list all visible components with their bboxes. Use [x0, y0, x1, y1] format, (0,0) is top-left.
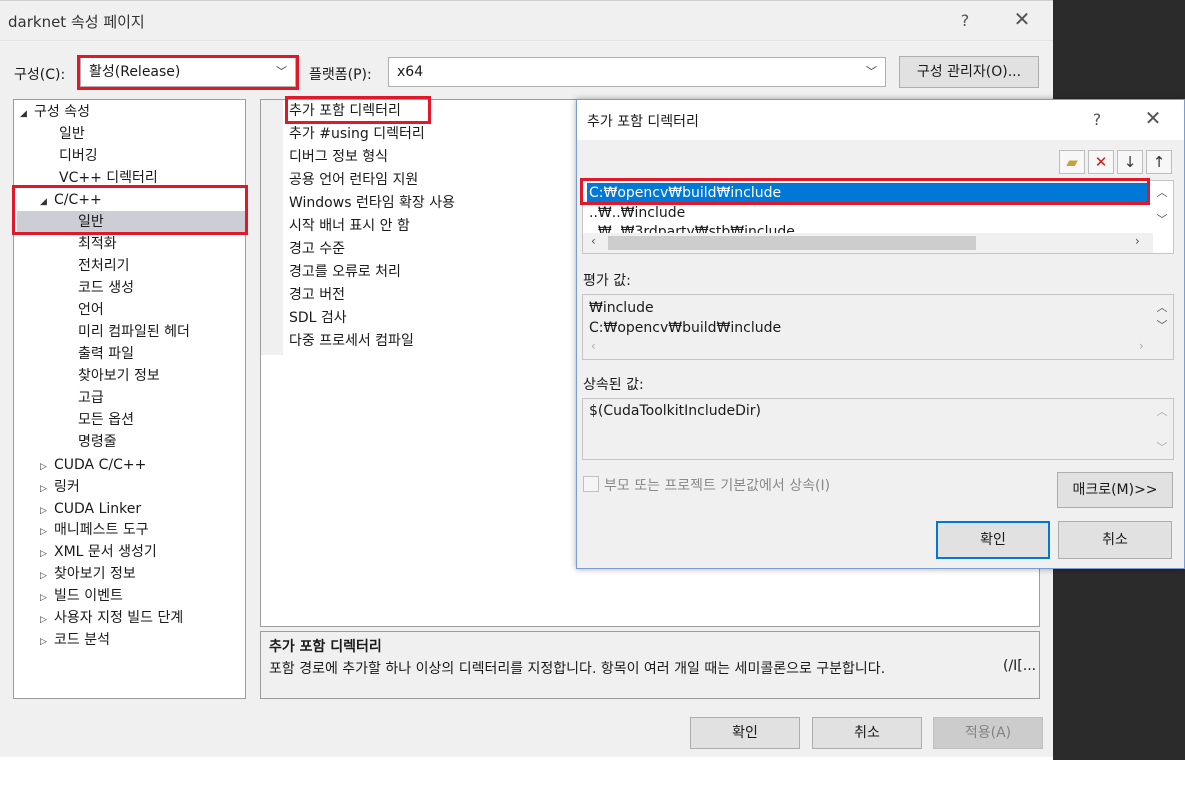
tree-item-browse-information[interactable]: ▷ 찾아보기 정보	[40, 563, 136, 585]
tree-item-linker[interactable]: ▷ 링커	[40, 476, 80, 498]
tree-item-all-options[interactable]: 모든 옵션	[78, 409, 134, 431]
prop-row-warning-version[interactable]: 경고 버전	[289, 284, 345, 307]
ok-button[interactable]: 확인	[690, 717, 800, 749]
tree-item-cuda-cpp[interactable]: ▷ CUDA C/C++	[40, 454, 146, 476]
config-manager-button[interactable]: 구성 관리자(O)...	[899, 56, 1039, 88]
expand-arrow-icon[interactable]: ◢	[20, 103, 34, 125]
tree-item-command-line[interactable]: 명령줄	[78, 431, 117, 453]
highlight-box-config	[77, 55, 299, 90]
highlight-box-c-cpp	[12, 185, 248, 235]
tree-item-code-analysis[interactable]: ▷ 코드 분석	[40, 629, 110, 651]
move-up-icon[interactable]: ↑	[1146, 150, 1172, 174]
expand-arrow-icon[interactable]: ▷	[40, 478, 54, 500]
description-panel: 추가 포함 디렉터리 포함 경로에 추가할 하나 이상의 디렉터리를 지정합니다…	[260, 631, 1040, 699]
tree-item-custom-build-step[interactable]: ▷ 사용자 지정 빌드 단계	[40, 607, 183, 629]
description-title: 추가 포함 디렉터리	[269, 639, 382, 655]
scroll-right-icon[interactable]: ›	[1135, 234, 1140, 248]
apply-button[interactable]: 적용(A)	[933, 717, 1043, 749]
tree-item-cuda-linker[interactable]: ▷ CUDA Linker	[40, 498, 141, 520]
move-down-icon[interactable]: ↓	[1117, 150, 1143, 174]
tree-item-manifest-tool[interactable]: ▷ 매니페스트 도구	[40, 519, 149, 541]
horizontal-scrollbar[interactable]: ‹ ›	[583, 233, 1153, 253]
tree-item-build-events[interactable]: ▷ 빌드 이벤트	[40, 585, 123, 607]
scroll-right-icon[interactable]: ›	[1139, 339, 1144, 353]
tree-item-config-properties[interactable]: ◢ 구성 속성	[20, 101, 90, 123]
inherit-checkbox-label: 부모 또는 프로젝트 기본값에서 상속(I)	[604, 478, 831, 494]
config-label: 구성(C):	[14, 67, 66, 83]
evaluated-line: ₩include	[589, 300, 654, 316]
close-button[interactable]: ✕	[1010, 9, 1034, 33]
tree-item-language[interactable]: 언어	[78, 299, 104, 321]
dialog-close-button[interactable]: ✕	[1141, 108, 1165, 132]
inherited-label: 상속된 값:	[583, 377, 644, 393]
tree-item-general[interactable]: 일반	[59, 123, 85, 145]
description-text: 포함 경로에 추가할 하나 이상의 디렉터리를 지정합니다. 항목이 여러 개일…	[269, 661, 886, 677]
dialog-help-button[interactable]: ?	[1087, 110, 1107, 130]
scroll-down-icon[interactable]: ﹀	[1151, 211, 1173, 227]
macro-button[interactable]: 매크로(M)>>	[1057, 472, 1173, 508]
dialog-title: 추가 포함 디렉터리	[587, 114, 699, 130]
window-title: darknet 속성 페이지	[8, 13, 145, 31]
highlight-box-include-dirs	[285, 96, 431, 124]
platform-combo[interactable]: x64 ﹀	[388, 57, 886, 87]
scroll-down-icon[interactable]: ﹀	[1151, 317, 1173, 333]
prop-row-sdl-checks[interactable]: SDL 검사	[289, 307, 347, 330]
tree-item-xml-doc-generator[interactable]: ▷ XML 문서 생성기	[40, 541, 157, 563]
prop-row-debug-info-format[interactable]: 디버그 정보 형식	[289, 146, 388, 169]
cancel-button[interactable]: 취소	[812, 717, 922, 749]
delete-icon[interactable]: ✕	[1088, 150, 1114, 174]
tree-item-code-generation[interactable]: 코드 생성	[78, 277, 134, 299]
tree-item-optimization[interactable]: 최적화	[78, 233, 117, 255]
prop-row-clr-support[interactable]: 공용 언어 런타임 지원	[289, 169, 418, 192]
evaluated-label: 평가 값:	[583, 273, 631, 289]
prop-row-windows-runtime-ext[interactable]: Windows 런타임 확장 사용	[289, 192, 455, 215]
dialog-ok-button[interactable]: 확인	[936, 521, 1050, 559]
description-flag: (/I[...	[1003, 658, 1037, 674]
evaluated-values-box[interactable]: ₩include C:₩opencv₩build₩include ︿ ﹀ ‹ ›	[582, 294, 1174, 360]
scroll-up-icon[interactable]: ︿	[1151, 299, 1173, 315]
expand-arrow-icon[interactable]: ▷	[40, 565, 54, 587]
prop-row-warning-level[interactable]: 경고 수준	[289, 238, 345, 261]
grid-category-stripe	[261, 100, 283, 355]
vertical-scrollbar[interactable]: ︿ ﹀	[1151, 181, 1173, 233]
tree-item-preprocessor[interactable]: 전처리기	[78, 255, 130, 277]
evaluated-line: C:₩opencv₩build₩include	[589, 320, 782, 336]
scroll-thumb[interactable]	[608, 236, 976, 250]
help-button[interactable]: ?	[955, 11, 975, 31]
scroll-up-icon[interactable]: ︿	[1151, 403, 1173, 419]
expand-arrow-icon[interactable]: ▷	[40, 456, 54, 478]
dialog-cancel-button[interactable]: 취소	[1058, 521, 1172, 559]
tree-item-advanced[interactable]: 고급	[78, 387, 104, 409]
platform-value: x64	[397, 64, 424, 80]
scroll-up-icon[interactable]: ︿	[1151, 184, 1173, 200]
inherit-checkbox[interactable]	[583, 476, 599, 492]
expand-arrow-icon[interactable]: ▷	[40, 521, 54, 543]
chevron-down-icon: ﹀	[866, 65, 877, 78]
expand-arrow-icon[interactable]: ▷	[40, 609, 54, 631]
tree-item-debugging[interactable]: 디버깅	[59, 145, 98, 167]
expand-arrow-icon[interactable]: ▷	[40, 543, 54, 565]
expand-arrow-icon[interactable]: ▷	[40, 631, 54, 653]
scroll-left-icon[interactable]: ‹	[591, 339, 596, 353]
platform-label: 플랫폼(P):	[309, 67, 372, 83]
highlight-box-opencv-path	[580, 178, 1150, 205]
inherited-line: $(CudaToolkitIncludeDir)	[589, 403, 762, 419]
prop-row-suppress-banner[interactable]: 시작 배너 표시 안 함	[289, 215, 410, 238]
tree-item-output-files[interactable]: 출력 파일	[78, 343, 134, 365]
prop-row-additional-using-dirs[interactable]: 추가 #using 디렉터리	[289, 123, 425, 146]
list-item[interactable]: ..₩..₩3rdparty₩stb₩include	[589, 223, 795, 233]
prop-row-warnings-as-errors[interactable]: 경고를 오류로 처리	[289, 261, 401, 284]
tree-item-browse-info[interactable]: 찾아보기 정보	[78, 365, 160, 387]
list-item[interactable]: ..₩..₩include	[589, 203, 685, 223]
include-dirs-dialog: 추가 포함 디렉터리 ? ✕ ▰ ✕ ↓ ↑ C:₩opencv₩build₩i…	[576, 99, 1185, 569]
new-folder-icon[interactable]: ▰	[1059, 150, 1085, 174]
dialog-titlebar: 추가 포함 디렉터리 ? ✕	[577, 100, 1184, 140]
expand-arrow-icon[interactable]: ▷	[40, 587, 54, 609]
scroll-left-icon[interactable]: ‹	[591, 234, 596, 248]
tree-item-precompiled-headers[interactable]: 미리 컴파일된 헤더	[78, 321, 190, 343]
inherited-values-box[interactable]: $(CudaToolkitIncludeDir) ︿ ﹀	[582, 398, 1174, 460]
title-separator	[0, 40, 1053, 41]
prop-row-multiprocessor-compile[interactable]: 다중 프로세서 컴파일	[289, 330, 414, 353]
scroll-down-icon[interactable]: ﹀	[1151, 439, 1173, 455]
